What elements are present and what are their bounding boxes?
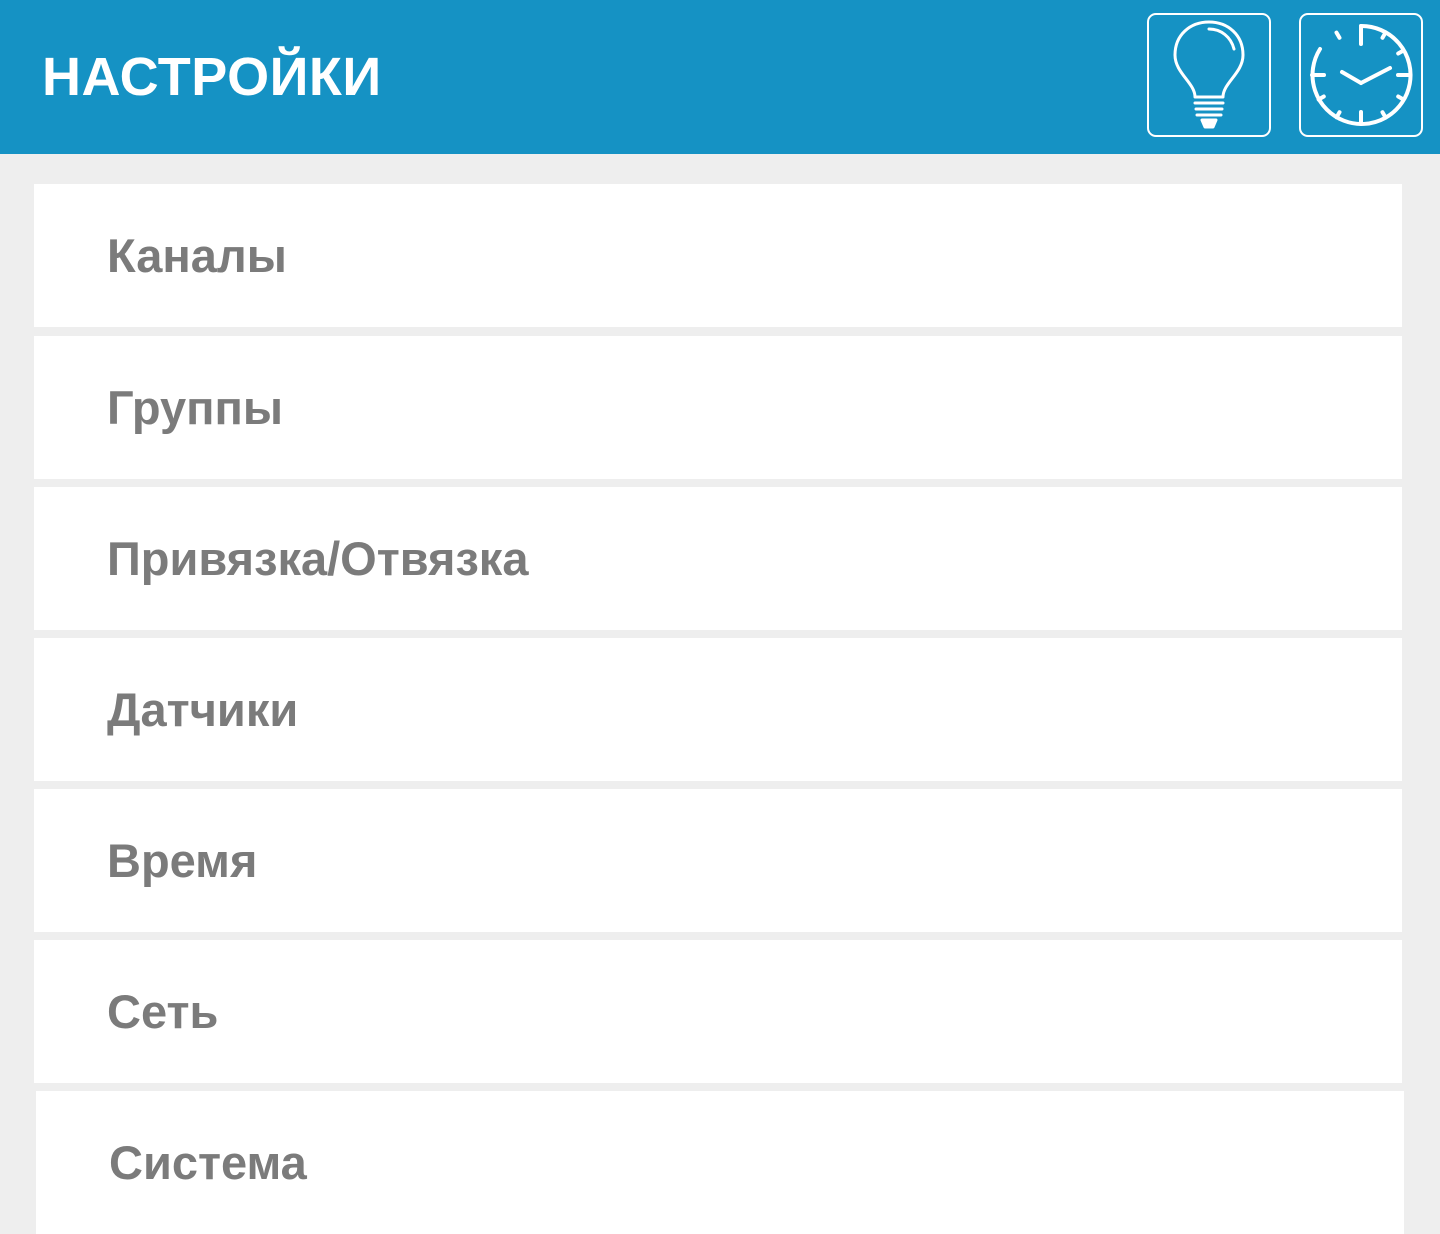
menu-item-label: Группы <box>107 381 283 434</box>
app-header: НАСТРОЙКИ <box>0 0 1440 154</box>
menu-item-groups[interactable]: Группы <box>34 336 1402 479</box>
menu-item-label: Сеть <box>107 985 219 1038</box>
menu-item-channels[interactable]: Каналы <box>34 184 1402 327</box>
menu-item-label: Привязка/Отвязка <box>107 532 529 585</box>
clock-button[interactable] <box>1299 13 1423 137</box>
menu-item-label: Время <box>107 834 258 887</box>
menu-item-binding[interactable]: Привязка/Отвязка <box>34 487 1402 630</box>
menu-item-system[interactable]: Система <box>36 1091 1404 1234</box>
menu-item-sensors[interactable]: Датчики <box>34 638 1402 781</box>
lightbulb-icon <box>1173 20 1245 129</box>
menu-item-label: Каналы <box>107 229 287 282</box>
menu-item-label: Система <box>109 1136 307 1189</box>
lightbulb-button[interactable] <box>1147 13 1271 137</box>
page-title: НАСТРОЙКИ <box>42 47 382 107</box>
menu-item-time[interactable]: Время <box>34 789 1402 932</box>
menu-item-label: Датчики <box>107 683 299 736</box>
clock-icon <box>1310 23 1413 126</box>
menu-item-network[interactable]: Сеть <box>34 940 1402 1083</box>
